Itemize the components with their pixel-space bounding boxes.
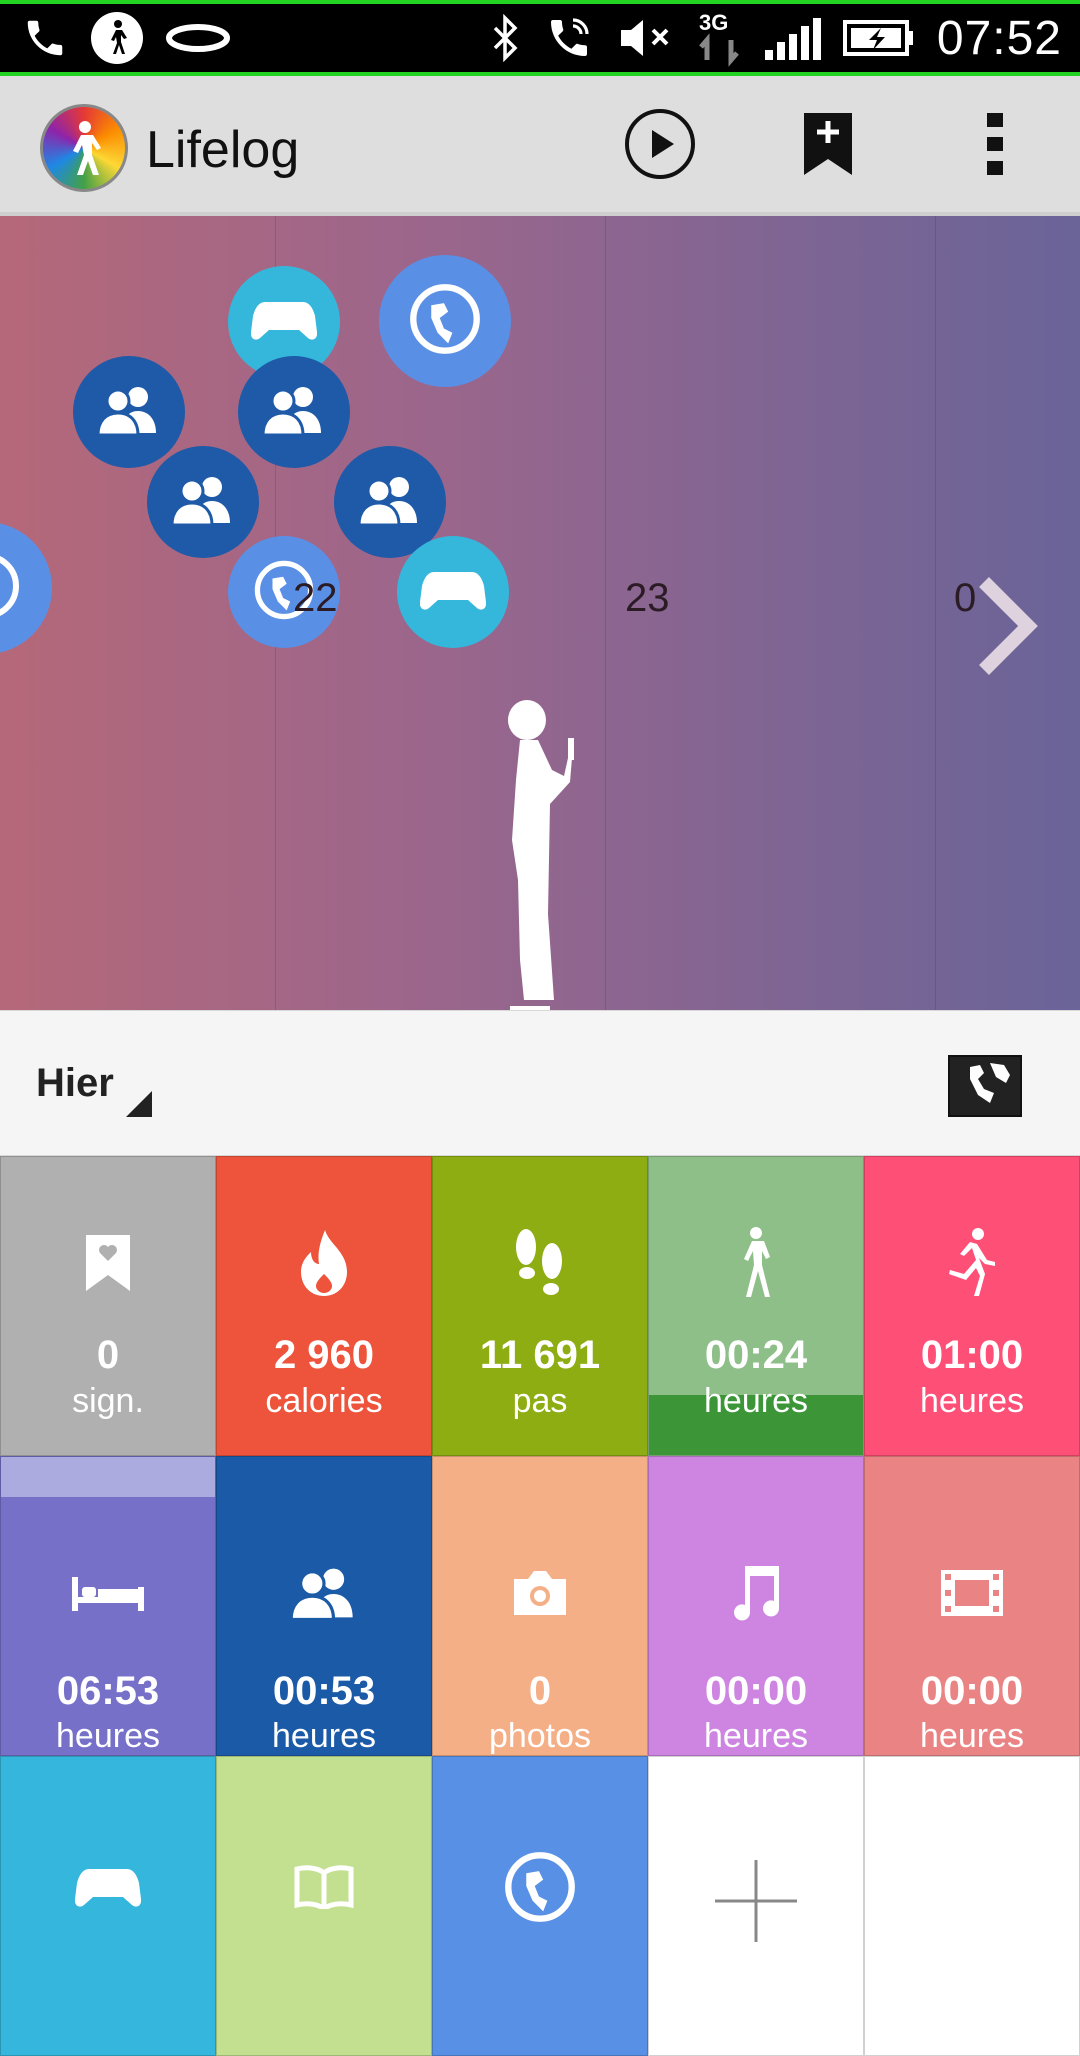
- tile-value: 0: [528, 1669, 552, 1713]
- stats-tile-grid: 0 sign. 2 960 calories 11 691 pas 00:24 heures 0…: [0, 1156, 1080, 2056]
- tile-friends[interactable]: 00:53 heures: [216, 1456, 432, 1756]
- friends-icon: [96, 385, 162, 440]
- app-title: Lifelog: [146, 121, 300, 179]
- music-note-icon: [649, 1553, 863, 1633]
- camera-icon: [433, 1553, 647, 1633]
- tile-value: 06:53: [56, 1669, 160, 1713]
- status-bar: 3G 07:52: [0, 0, 1080, 76]
- tile-unit: heures: [920, 1382, 1024, 1420]
- action-bar: Lifelog: [0, 76, 1080, 216]
- tile-unit: pas: [512, 1382, 568, 1420]
- friends-icon: [261, 385, 327, 440]
- tile-value: 01:00: [920, 1333, 1024, 1377]
- timeline-divider: [605, 216, 606, 1010]
- activity-timeline[interactable]: 22 23 0: [0, 216, 1080, 1010]
- tile-footsteps[interactable]: 11 691 pas: [432, 1156, 648, 1456]
- tile-unit: heures: [704, 1382, 808, 1420]
- bookmark-heart-icon: [1, 1223, 215, 1303]
- play-button[interactable]: [620, 106, 700, 186]
- tile-camera[interactable]: 0 photos: [432, 1456, 648, 1756]
- add-bookmark-button[interactable]: [788, 106, 868, 186]
- friends-bubble[interactable]: [147, 446, 259, 558]
- tile-value: 00:53: [272, 1669, 376, 1713]
- add-icon: [649, 1860, 863, 1942]
- tile-running[interactable]: 01:00 heures: [864, 1156, 1080, 1456]
- date-dropdown[interactable]: Hier: [36, 1061, 114, 1106]
- world-map-icon: [950, 1063, 1016, 1115]
- footsteps-icon: [433, 1223, 647, 1303]
- film-icon: [865, 1553, 1079, 1633]
- mute-icon: [617, 16, 675, 60]
- overflow-menu-icon: [985, 111, 1005, 182]
- data-arrows-icon: 3G: [697, 8, 741, 68]
- friends-icon: [217, 1553, 431, 1633]
- tile-unit: heures: [920, 1717, 1024, 1755]
- bookmark-add-icon: [802, 111, 854, 182]
- tile-unit: heures: [704, 1717, 808, 1755]
- walking-icon: [649, 1223, 863, 1303]
- bed-icon: [1, 1553, 215, 1633]
- friends-icon: [357, 475, 423, 530]
- tile-value: 0: [96, 1333, 120, 1377]
- person-silhouette: [490, 700, 590, 1010]
- gamepad-icon: [419, 568, 487, 617]
- running-icon: [865, 1223, 1079, 1303]
- chevron-right-icon: [968, 577, 1048, 690]
- tile-bookmark-heart[interactable]: 0 sign.: [0, 1156, 216, 1456]
- flame-icon: [217, 1223, 431, 1303]
- tile-flame[interactable]: 2 960 calories: [216, 1156, 432, 1456]
- timeline-day-label: 23: [625, 576, 670, 620]
- bluetooth-icon: [491, 14, 521, 62]
- gamepad-icon: [250, 298, 318, 347]
- tile-value: 11 691: [479, 1333, 601, 1377]
- lifelog-app-icon[interactable]: [40, 104, 128, 192]
- book-icon: [217, 1847, 431, 1927]
- globe-icon: [0, 551, 21, 626]
- timeline-day-label: 22: [293, 576, 338, 620]
- tile-value: 00:24: [704, 1333, 808, 1377]
- overflow-menu-button[interactable]: [955, 106, 1035, 186]
- lifelog-walk-icon: [90, 11, 144, 65]
- tile-walking[interactable]: 00:24 heures: [648, 1156, 864, 1456]
- tile-book[interactable]: [216, 1756, 432, 2056]
- tile-film[interactable]: 00:00 heures: [864, 1456, 1080, 1756]
- tile-unit: heures: [56, 1717, 160, 1755]
- friends-bubble[interactable]: [73, 356, 185, 468]
- dropdown-triangle-icon: [126, 1091, 152, 1117]
- clock: 07:52: [936, 11, 1062, 65]
- gamepad-icon: [1, 1847, 215, 1927]
- phone-icon: [22, 15, 68, 61]
- tile-globe[interactable]: [432, 1756, 648, 2056]
- globe-icon: [433, 1847, 647, 1927]
- tile-add[interactable]: [648, 1756, 864, 2056]
- timeline-divider: [935, 216, 936, 1010]
- call-forward-icon: [543, 14, 595, 62]
- tile-value: 2 960: [273, 1333, 375, 1377]
- signal-icon: [763, 16, 821, 60]
- tile-empty[interactable]: [864, 1756, 1080, 2056]
- tile-value: 00:00: [704, 1669, 808, 1713]
- date-selector-bar: Hier: [0, 1010, 1080, 1156]
- friends-bubble[interactable]: [238, 356, 350, 468]
- tile-value: 00:00: [920, 1669, 1024, 1713]
- timeline-next-button[interactable]: [968, 566, 1048, 686]
- web-bubble[interactable]: [0, 522, 52, 654]
- game-bubble[interactable]: [397, 536, 509, 648]
- tile-bed[interactable]: 06:53 heures: [0, 1456, 216, 1756]
- tile-progress-fill: [1, 1457, 215, 1497]
- globe-icon: [408, 282, 482, 361]
- tile-unit: calories: [265, 1382, 383, 1420]
- tile-unit: photos: [488, 1717, 592, 1755]
- battery-charging-icon: [842, 18, 915, 58]
- tile-unit: heures: [272, 1717, 376, 1755]
- tile-music-note[interactable]: 00:00 heures: [648, 1456, 864, 1756]
- map-view-button[interactable]: [948, 1055, 1022, 1117]
- smartband-icon: [166, 21, 230, 55]
- svg-text:3G: 3G: [699, 10, 728, 35]
- friends-icon: [170, 475, 236, 530]
- tile-unit: sign.: [72, 1382, 144, 1420]
- web-bubble[interactable]: [379, 255, 511, 387]
- play-icon: [624, 108, 696, 185]
- tile-gamepad[interactable]: [0, 1756, 216, 2056]
